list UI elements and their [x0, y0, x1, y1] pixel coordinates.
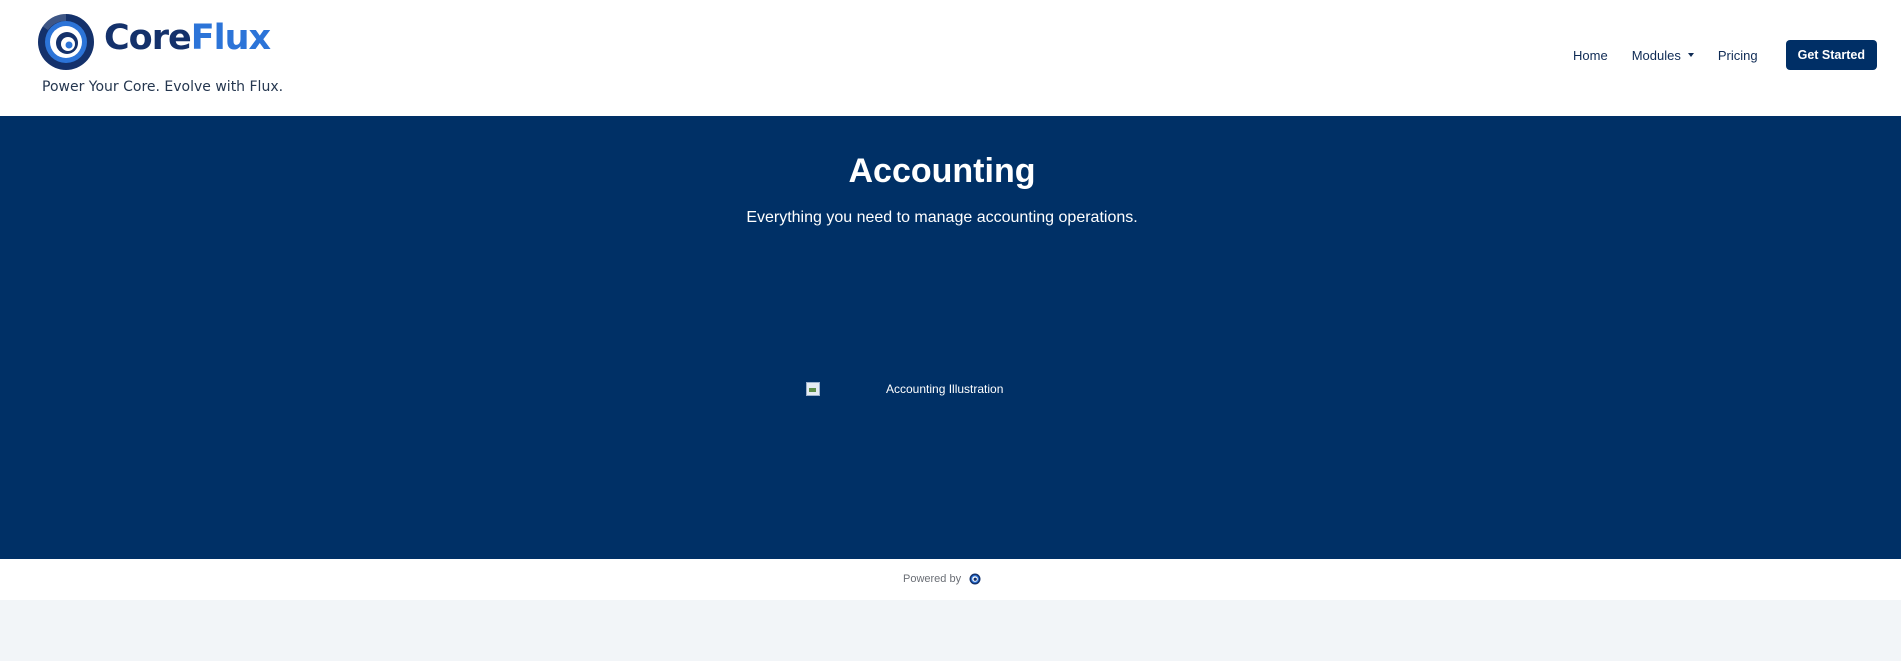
broken-image-icon — [806, 382, 820, 396]
coreflux-small-swirl-icon — [969, 573, 981, 585]
coreflux-logo[interactable]: CoreFlux Power Your Core. Evolve with Fl… — [36, 10, 296, 100]
get-started-button[interactable]: Get Started — [1785, 40, 1877, 70]
powered-by[interactable]: Powered by — [903, 573, 981, 585]
caret-down-icon — [1687, 53, 1694, 57]
accounting-illustration: Accounting Illustration — [806, 380, 1003, 398]
logo-tagline: Power Your Core. Evolve with Flux. — [42, 79, 284, 95]
site-header: CoreFlux Power Your Core. Evolve with Fl… — [0, 0, 1901, 116]
main-nav: Home Modules Pricing Get Started — [1573, 40, 1877, 70]
coreflux-swirl-icon — [38, 13, 94, 70]
site-footer: Powered by — [0, 559, 1901, 600]
powered-by-label: Powered by — [903, 573, 962, 585]
logo-flux-text: Flux — [190, 18, 271, 58]
nav-pricing-link[interactable]: Pricing — [1718, 48, 1758, 63]
page-title: Accounting — [848, 152, 1036, 190]
page-subtitle: Everything you need to manage accounting… — [746, 209, 1138, 226]
nav-modules-label: Modules — [1631, 47, 1681, 63]
nav-home-link[interactable]: Home — [1573, 48, 1608, 63]
nav-modules-dropdown[interactable]: Modules — [1632, 48, 1694, 63]
illustration-alt-text: Accounting Illustration — [886, 382, 1004, 396]
logo-core-text: Core — [104, 18, 192, 58]
logo-wordmark: CoreFlux — [104, 18, 271, 58]
hero-section: Accounting Everything you need to manage… — [0, 116, 1901, 559]
